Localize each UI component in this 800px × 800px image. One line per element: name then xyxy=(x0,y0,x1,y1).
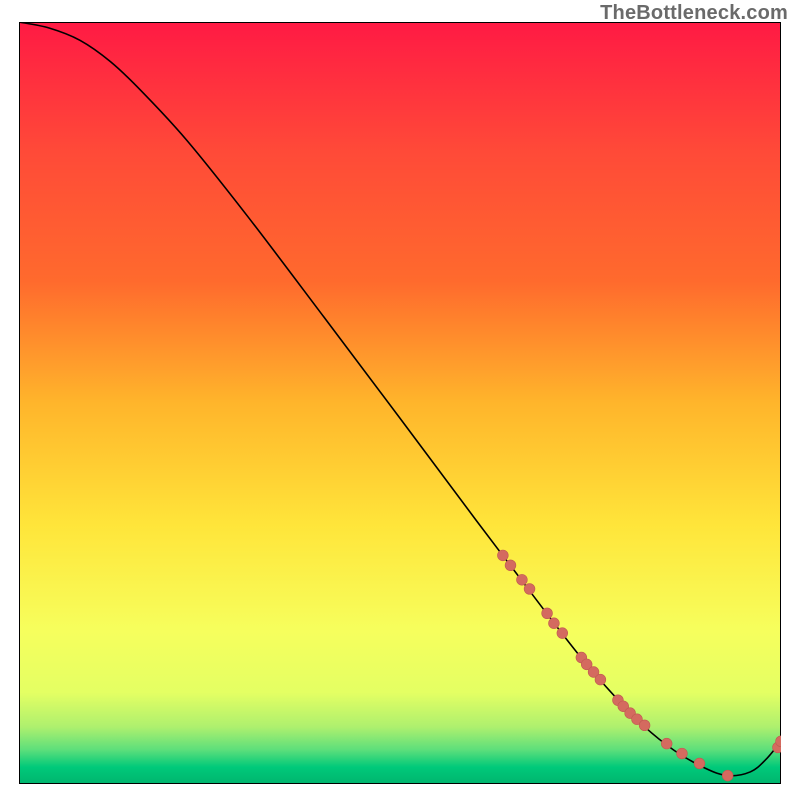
data-marker xyxy=(549,618,560,629)
data-marker xyxy=(661,738,672,749)
data-marker xyxy=(517,574,528,585)
data-marker xyxy=(722,770,733,781)
plot-area xyxy=(19,22,781,784)
data-marker xyxy=(524,584,535,595)
data-marker xyxy=(542,608,553,619)
data-marker xyxy=(497,550,508,561)
data-marker xyxy=(639,720,650,731)
chart-container: TheBottleneck.com xyxy=(0,0,800,800)
gradient-background xyxy=(19,22,781,784)
data-marker xyxy=(694,758,705,769)
data-marker xyxy=(557,628,568,639)
data-marker xyxy=(505,560,516,571)
chart-svg xyxy=(19,22,781,784)
data-marker xyxy=(677,748,688,759)
data-marker xyxy=(595,674,606,685)
